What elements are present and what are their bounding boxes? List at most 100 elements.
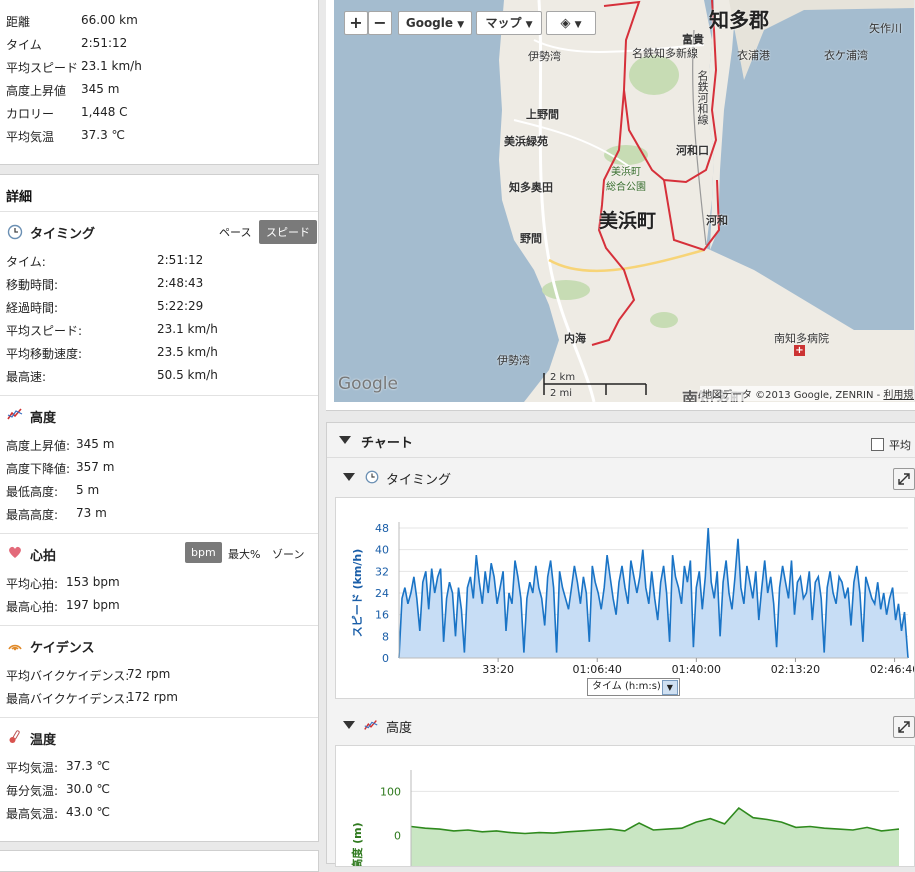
timing-value: 23.5 km/h [157, 345, 218, 359]
timing-value: 50.5 km/h [157, 368, 218, 382]
temperature-value: 37.3 ℃ [66, 759, 111, 773]
summary-label: 平均気温 [6, 130, 55, 144]
x-axis-select-label: タイム (h:m:s) [592, 681, 661, 692]
elevation-label: 最低高度: [6, 485, 59, 499]
average-checkbox[interactable] [871, 438, 884, 451]
temperature-label: 最高気温: [6, 807, 59, 821]
summary-value: 345 m [81, 82, 120, 96]
map-provider-button[interactable]: Google ▼ [398, 11, 472, 35]
x-tick-label: 02:13:20 [771, 663, 820, 676]
elevation-icon [7, 408, 23, 420]
terms-link[interactable]: 利用規約 [883, 390, 914, 401]
next-panel-edge [0, 850, 319, 872]
max-percent-toggle[interactable]: 最大% [223, 544, 265, 564]
timing-value: 5:22:29 [157, 299, 204, 313]
elevation-label: 高度上昇値: [6, 439, 71, 453]
map-left-border [326, 0, 334, 402]
map-label-kamino: 上野間 [526, 108, 559, 121]
chart-section: チャート 平均 タイミング 0 8 16 24 32 40 48 33:20 01:06:40 0… [326, 422, 915, 867]
timing-row: 平均スピード: 23.1 km/h [6, 322, 218, 339]
map-bottom-border [326, 402, 915, 411]
y-tick-label: 0 [382, 652, 389, 665]
zoom-out-button[interactable]: − [368, 11, 392, 35]
heart-rate-label: 最高心拍: [6, 600, 59, 614]
temperature-row: 毎分気温: 30.0 ℃ [6, 782, 110, 799]
elevation-row: 高度上昇値: 345 m [6, 437, 114, 454]
summary-row: タイム 2:51:12 [6, 36, 127, 53]
map-label-kinugaura: 衣ケ浦湾 [824, 49, 868, 62]
summary-label: 平均スピード [6, 61, 79, 75]
map-label-kowasen: 名鉄河和線 [696, 70, 709, 125]
elevation-icon [364, 720, 378, 730]
route-map[interactable]: + − Google ▼ マップ ▼ ◈ ▼ 知多郡 矢作川 伊勢湾 名鉄知多新… [334, 0, 914, 402]
chart-section-title: チャート [361, 436, 413, 451]
timing-label: タイム: [6, 255, 46, 269]
zone-toggle[interactable]: ゾーン [267, 544, 309, 564]
chevron-down-icon: ▼ [525, 20, 533, 30]
timing-label: 最高速: [6, 370, 47, 384]
y-axis-label: 高度 (m) [350, 822, 364, 866]
summary-label: タイム [6, 38, 42, 52]
temperature-value: 30.0 ℃ [66, 782, 111, 796]
map-type-label: マップ [485, 16, 522, 30]
timing-row: タイム: 2:51:12 [6, 253, 203, 270]
elevation-row: 高度下降値: 357 m [6, 460, 114, 477]
timing-value: 23.1 km/h [157, 322, 218, 336]
elevation-value: 357 m [76, 460, 115, 474]
expand-elevation-icon[interactable] [893, 716, 915, 738]
elevation-row: 最高高度: 73 m [6, 506, 107, 523]
scale-km: 2 km [550, 372, 576, 383]
zoom-in-button[interactable]: + [344, 11, 368, 35]
chevron-down-icon: ▼ [661, 680, 678, 695]
heart-rate-value: 153 bpm [66, 575, 120, 589]
collapse-chart-icon[interactable] [339, 436, 351, 444]
summary-value: 66.00 km [81, 13, 138, 27]
map-label-mihama: 美浜町 [599, 210, 657, 232]
attribution-text: 地図データ ©2013 Google, ZENRIN - [702, 390, 884, 401]
summary-row: 高度上昇値 345 m [6, 82, 119, 99]
timing-label: 経過時間: [6, 301, 59, 315]
details-panel: 詳細 タイミング ペース スピード タイム: 2:51:12 移動時間: 2:48:4… [0, 174, 319, 842]
bpm-toggle[interactable]: bpm [185, 542, 222, 563]
cadence-value: 172 rpm [127, 690, 178, 704]
collapse-timing-icon[interactable] [343, 473, 355, 481]
elevation-value: 345 m [76, 437, 115, 451]
chevron-down-icon: ▼ [574, 20, 582, 30]
expand-timing-icon[interactable] [893, 468, 915, 490]
map-label-utsumi: 内海 [564, 332, 586, 345]
heart-rate-title: 心拍 [30, 549, 57, 564]
timing-chart-title: タイミング [386, 473, 452, 488]
map-label-tomiki: 富貴 [682, 33, 704, 46]
summary-value: 2:51:12 [81, 36, 128, 50]
timing-label: 移動時間: [6, 278, 59, 292]
x-axis-select[interactable]: タイム (h:m:s) ▼ [587, 678, 680, 696]
temperature-label: 平均気温: [6, 761, 59, 775]
google-logo: Google [338, 374, 398, 394]
y-tick-label: 48 [375, 522, 389, 535]
speed-toggle[interactable]: スピード [259, 220, 317, 244]
elevation-chart-box: 0 100 高度 (m) [335, 745, 915, 867]
summary-value: 1,448 C [81, 105, 128, 119]
elevation-value: 73 m [76, 506, 107, 520]
temperature-title: 温度 [30, 733, 57, 748]
chevron-down-icon: ▼ [457, 20, 465, 30]
map-attribution: 地図データ ©2013 Google, ZENRIN - 利用規約 [700, 386, 914, 401]
map-label-kinuura: 衣浦港 [737, 49, 770, 62]
map-label-iseura-south: 伊勢湾 [497, 354, 530, 367]
timing-label: 平均スピード: [6, 324, 83, 338]
cadence-value: 72 rpm [127, 667, 171, 681]
map-label-park: 美浜町 総合公園 [606, 167, 646, 193]
clock-icon [365, 470, 379, 484]
summary-label: カロリー [6, 107, 55, 121]
collapse-elevation-icon[interactable] [343, 721, 355, 729]
map-type-button[interactable]: マップ ▼ [476, 11, 542, 35]
elevation-value: 5 m [76, 483, 100, 497]
temperature-label: 毎分気温: [6, 784, 59, 798]
y-axis-label: スピード (km/h) [351, 549, 364, 638]
elevation-label: 最高高度: [6, 508, 59, 522]
summary-label: 高度上昇値 [6, 84, 67, 98]
pace-toggle[interactable]: ペース [214, 222, 256, 242]
elevation-label: 高度下降値: [6, 462, 71, 476]
x-tick-label: 01:40:00 [672, 663, 721, 676]
layers-button[interactable]: ◈ ▼ [546, 11, 596, 35]
